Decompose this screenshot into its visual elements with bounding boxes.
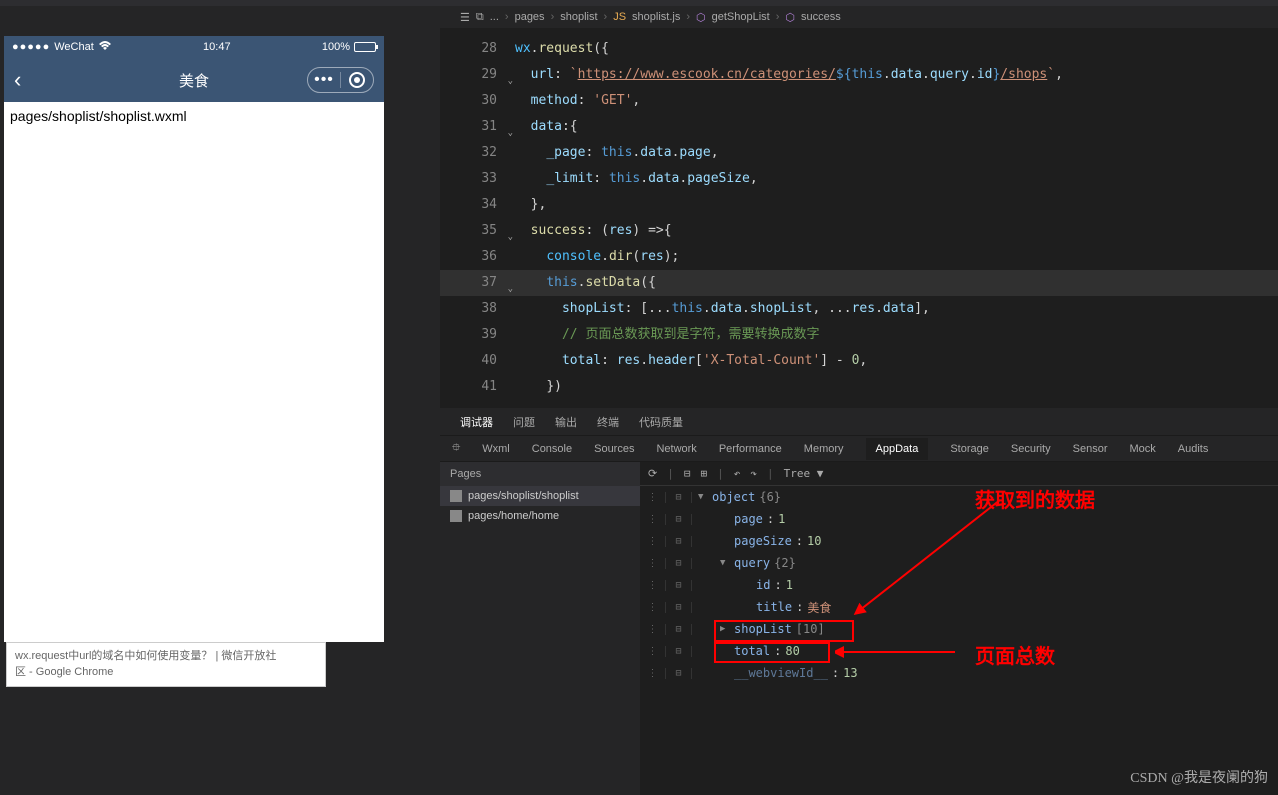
tree-row[interactable]: ⋮⊟id : 1 (640, 574, 1278, 596)
refresh-icon[interactable]: ⟳ (648, 467, 657, 480)
panel-tab-output[interactable]: 输出 (555, 414, 577, 430)
back-icon[interactable]: ‹ (14, 67, 21, 93)
page-icon (450, 490, 462, 502)
sim-body-text: pages/shoplist/shoplist.wxml (10, 108, 187, 124)
annotation-label-1: 获取到的数据 (975, 484, 1095, 513)
signal-dots-icon: ●●●●● (12, 41, 50, 53)
page-item[interactable]: pages/home/home (440, 506, 640, 526)
bc-item[interactable]: success (801, 11, 841, 23)
sim-nav-bar: ‹ 美食 ••• (4, 58, 384, 102)
sim-page-title: 美食 (179, 70, 209, 91)
dev-tab-audits[interactable]: Audits (1178, 443, 1209, 455)
code-line[interactable]: 37⌄ this.setData({ (440, 270, 1278, 296)
code-line[interactable]: 38 shopList: [...this.data.shopList, ...… (440, 296, 1278, 322)
bc-item[interactable]: shoplist.js (632, 11, 680, 23)
pages-header: Pages (440, 462, 640, 486)
dev-tab-storage[interactable]: Storage (950, 443, 989, 455)
code-line[interactable]: 36 console.dir(res); (440, 244, 1278, 270)
panel-tab-debugger[interactable]: 调试器 (460, 414, 493, 430)
capsule-button[interactable]: ••• (307, 67, 374, 93)
chrome-window-hint[interactable]: wx.request中url的域名中如何使用变量？ | 微信开放社 区 - Go… (6, 642, 326, 687)
collapse-icon[interactable]: ⊞ (700, 467, 707, 480)
appdata-toolbar: ⟳ | ⊟ ⊞ | ↶ ↷ | Tree ▼ (640, 462, 1278, 486)
code-line[interactable]: 39 // 页面总数获取到是字符，需要转换成数字 (440, 322, 1278, 348)
wechat-simulator: ●●●●● WeChat 10:47 100% ‹ 美食 ••• (4, 36, 384, 642)
dev-tab-wxml[interactable]: Wxml (482, 443, 510, 455)
panel-tab-problems[interactable]: 问题 (513, 414, 535, 430)
code-line[interactable]: 32 _page: this.data.page, (440, 140, 1278, 166)
code-line[interactable]: 40 total: res.header['X-Total-Count'] - … (440, 348, 1278, 374)
bc-item[interactable]: pages (515, 11, 545, 23)
bc-item[interactable]: getShopList (712, 11, 770, 23)
panel-tabs: 调试器 问题 输出 终端 代码质量 (440, 408, 1278, 436)
devtools-tabs: ⯐ Wxml Console Sources Network Performan… (440, 436, 1278, 462)
tree-row[interactable]: ⋮⊟▼object {6} (640, 486, 1278, 508)
view-mode[interactable]: Tree ▼ (784, 467, 824, 480)
tree-row[interactable]: ⋮⊟title : 美食 (640, 596, 1278, 618)
code-line[interactable]: 33 _limit: this.data.pageSize, (440, 166, 1278, 192)
tree-row[interactable]: ⋮⊟▼query {2} (640, 552, 1278, 574)
redo-icon[interactable]: ↷ (750, 467, 757, 480)
dev-tab-mock[interactable]: Mock (1129, 443, 1155, 455)
chrome-title-line1: wx.request中url的域名中如何使用变量？ | 微信开放社 (15, 649, 317, 664)
appdata-panel: ⟳ | ⊟ ⊞ | ↶ ↷ | Tree ▼ ⋮⊟▼object {6}⋮⊟pa… (640, 462, 1278, 795)
code-line[interactable]: 28wx.request({ (440, 36, 1278, 62)
undo-icon[interactable]: ↶ (734, 467, 741, 480)
tree-row[interactable]: ⋮⊟page : 1 (640, 508, 1278, 530)
dev-tab-performance[interactable]: Performance (719, 443, 782, 455)
editor-breadcrumb[interactable]: ☰⧉... ›pages ›shoplist ›JS shoplist.js ›… (440, 6, 1278, 28)
chrome-title-line2: 区 - Google Chrome (15, 665, 317, 680)
code-line[interactable]: 35⌄ success: (res) =>{ (440, 218, 1278, 244)
sim-page-body: pages/shoplist/shoplist.wxml (4, 102, 384, 642)
tree-row[interactable]: ⋮⊟▶shopList [10] (640, 618, 1278, 640)
page-item-label: pages/home/home (468, 510, 559, 522)
simulator-panel: ●●●●● WeChat 10:47 100% ‹ 美食 ••• (0, 6, 440, 795)
bc-item[interactable]: shoplist (560, 11, 597, 23)
battery-icon (354, 42, 376, 52)
dev-tab-network[interactable]: Network (656, 443, 696, 455)
code-line[interactable]: 34 }, (440, 192, 1278, 218)
page-icon (450, 510, 462, 522)
dev-tab-sensor[interactable]: Sensor (1073, 443, 1108, 455)
battery-percent: 100% (322, 41, 350, 53)
pages-sidebar: Pages pages/shoplist/shoplist pages/home… (440, 462, 640, 795)
dev-tab-appdata[interactable]: AppData (866, 438, 929, 460)
page-item-label: pages/shoplist/shoplist (468, 490, 579, 502)
panel-tab-codequality[interactable]: 代码质量 (639, 414, 683, 430)
expand-icon[interactable]: ⊟ (684, 467, 691, 480)
dev-tab-memory[interactable]: Memory (804, 443, 844, 455)
code-editor[interactable]: 28wx.request({29⌄ url: `https://www.esco… (440, 28, 1278, 408)
annotation-label-2: 页面总数 (975, 640, 1055, 669)
capsule-close-icon[interactable] (341, 68, 373, 92)
capsule-menu-icon[interactable]: ••• (308, 68, 340, 92)
wifi-icon (98, 41, 112, 54)
sim-time: 10:47 (203, 41, 231, 53)
tree-row[interactable]: ⋮⊟pageSize : 10 (640, 530, 1278, 552)
dev-tab-console[interactable]: Console (532, 443, 572, 455)
carrier-label: WeChat (54, 41, 94, 53)
code-line[interactable]: 41 }) (440, 374, 1278, 400)
code-line[interactable]: 30 method: 'GET', (440, 88, 1278, 114)
panel-tab-terminal[interactable]: 终端 (597, 414, 619, 430)
bc-item[interactable]: ... (490, 11, 499, 23)
tree-row[interactable]: ⋮⊟__webviewId__ : 13 (640, 662, 1278, 684)
tree-row[interactable]: ⋮⊟total : 80 (640, 640, 1278, 662)
code-line[interactable]: 29⌄ url: `https://www.escook.cn/categori… (440, 62, 1278, 88)
dev-tab-sources[interactable]: Sources (594, 443, 634, 455)
page-item[interactable]: pages/shoplist/shoplist (440, 486, 640, 506)
dev-tab-security[interactable]: Security (1011, 443, 1051, 455)
sim-status-bar: ●●●●● WeChat 10:47 100% (4, 36, 384, 58)
devtools-inspect-icon[interactable]: ⯐ (452, 439, 460, 458)
watermark: CSDN @我是夜阑的狗 (1130, 767, 1268, 787)
code-line[interactable]: 31⌄ data:{ (440, 114, 1278, 140)
